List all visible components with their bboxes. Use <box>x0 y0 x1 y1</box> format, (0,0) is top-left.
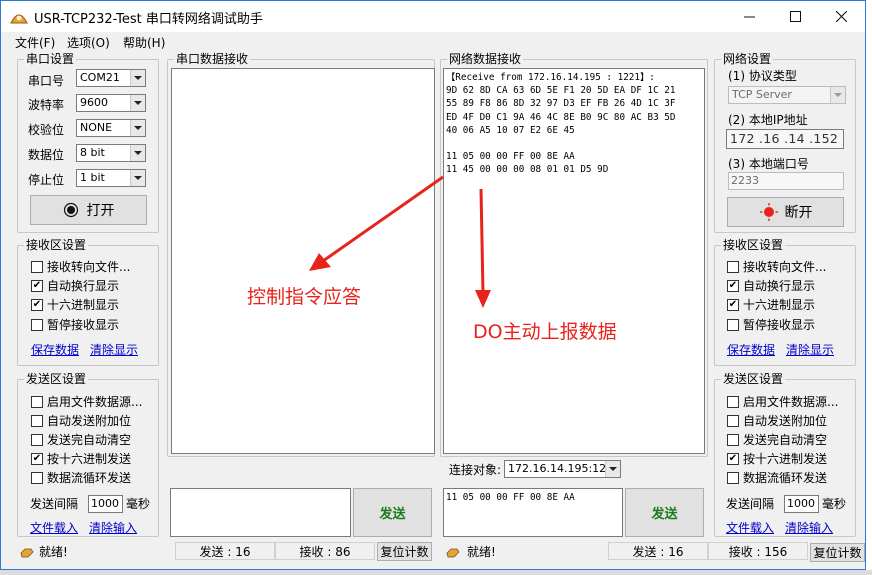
background-taskbar-edge <box>0 570 872 575</box>
annotation-arrows <box>309 175 491 308</box>
do-report-annotation: DO主动上报数据 <box>473 321 617 343</box>
control-reply-annotation: 控制指令应答 <box>247 286 362 308</box>
app-window: USR-TCP232-Test 串口转网络调试助手 文件(F) 选项(O) 帮助… <box>0 0 866 570</box>
arrow-to-control-reply <box>309 175 444 271</box>
background-window-edge <box>866 0 872 575</box>
arrow-to-do-report <box>475 188 491 308</box>
